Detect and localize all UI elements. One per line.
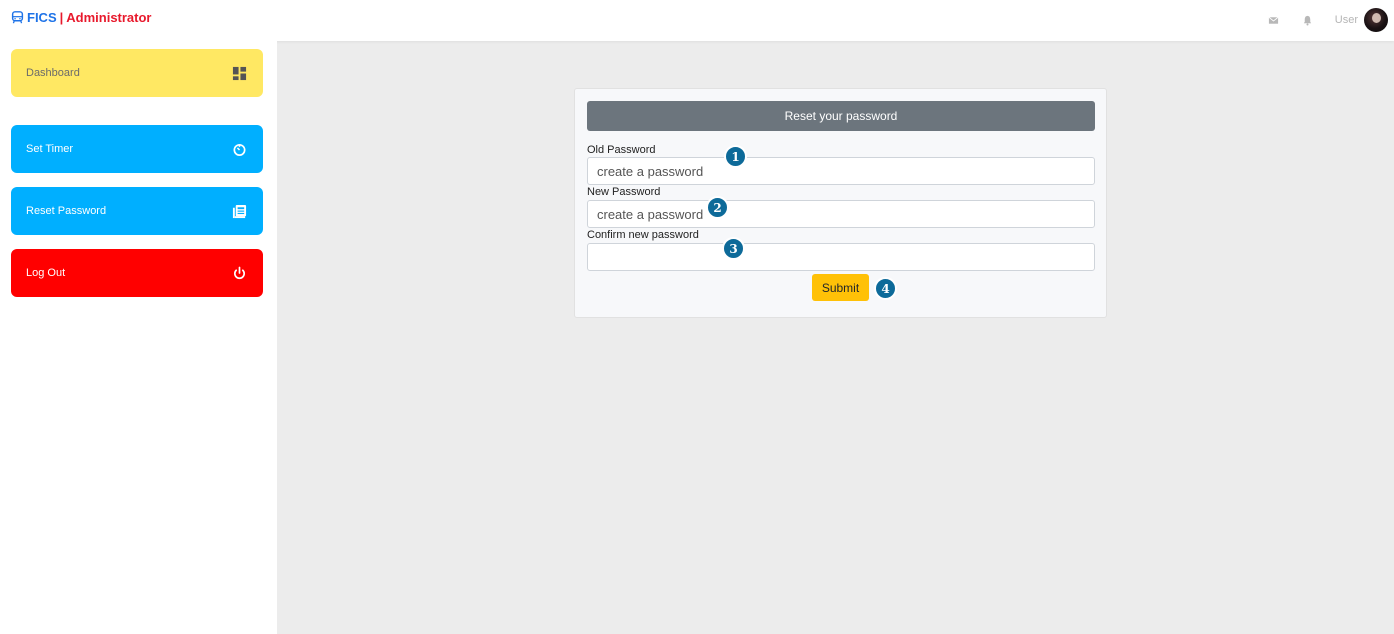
sidebar-item-label: Log Out xyxy=(26,267,66,279)
brand-role: Administrator xyxy=(66,10,152,25)
card-title: Reset your password xyxy=(587,101,1095,131)
annotation-marker-3: 3 xyxy=(722,237,745,260)
mail-icon[interactable] xyxy=(1267,13,1281,27)
sidebar: Dashboard Set Timer Reset Password Log O… xyxy=(0,41,277,634)
sidebar-item-dashboard[interactable]: Dashboard xyxy=(11,49,263,97)
submit-button[interactable]: Submit xyxy=(812,274,869,301)
sidebar-item-label: Set Timer xyxy=(26,143,74,155)
user-label[interactable]: User xyxy=(1335,14,1358,26)
top-right-controls: User xyxy=(1267,8,1388,32)
bell-icon[interactable] xyxy=(1301,13,1315,27)
annotation-marker-2: 2 xyxy=(706,196,729,219)
confirm-password-label: Confirm new password xyxy=(587,229,699,241)
sidebar-item-reset-password[interactable]: Reset Password xyxy=(11,187,263,235)
reset-password-card: Reset your password Old Password New Pas… xyxy=(574,88,1107,318)
top-navbar: FICS | Administrator User xyxy=(0,0,1394,41)
sidebar-item-log-out[interactable]: Log Out xyxy=(11,249,263,297)
avatar[interactable] xyxy=(1364,8,1388,32)
brand-separator: | xyxy=(59,10,64,25)
confirm-password-input[interactable] xyxy=(587,243,1095,271)
brand-logo[interactable]: FICS | Administrator xyxy=(11,10,152,25)
annotation-marker-1: 1 xyxy=(724,145,747,168)
bus-icon xyxy=(11,11,24,24)
old-password-input[interactable] xyxy=(587,157,1095,185)
sidebar-item-label: Reset Password xyxy=(26,205,107,217)
dashboard-icon xyxy=(232,66,247,80)
timer-icon xyxy=(233,143,246,156)
power-icon xyxy=(233,266,246,279)
new-password-input[interactable] xyxy=(587,200,1095,228)
newspaper-icon xyxy=(232,204,247,218)
annotation-marker-4: 4 xyxy=(874,277,897,300)
new-password-label: New Password xyxy=(587,186,661,198)
sidebar-item-set-timer[interactable]: Set Timer xyxy=(11,125,263,173)
old-password-label: Old Password xyxy=(587,144,656,156)
brand-name: FICS xyxy=(27,10,57,25)
sidebar-item-label: Dashboard xyxy=(26,67,80,79)
